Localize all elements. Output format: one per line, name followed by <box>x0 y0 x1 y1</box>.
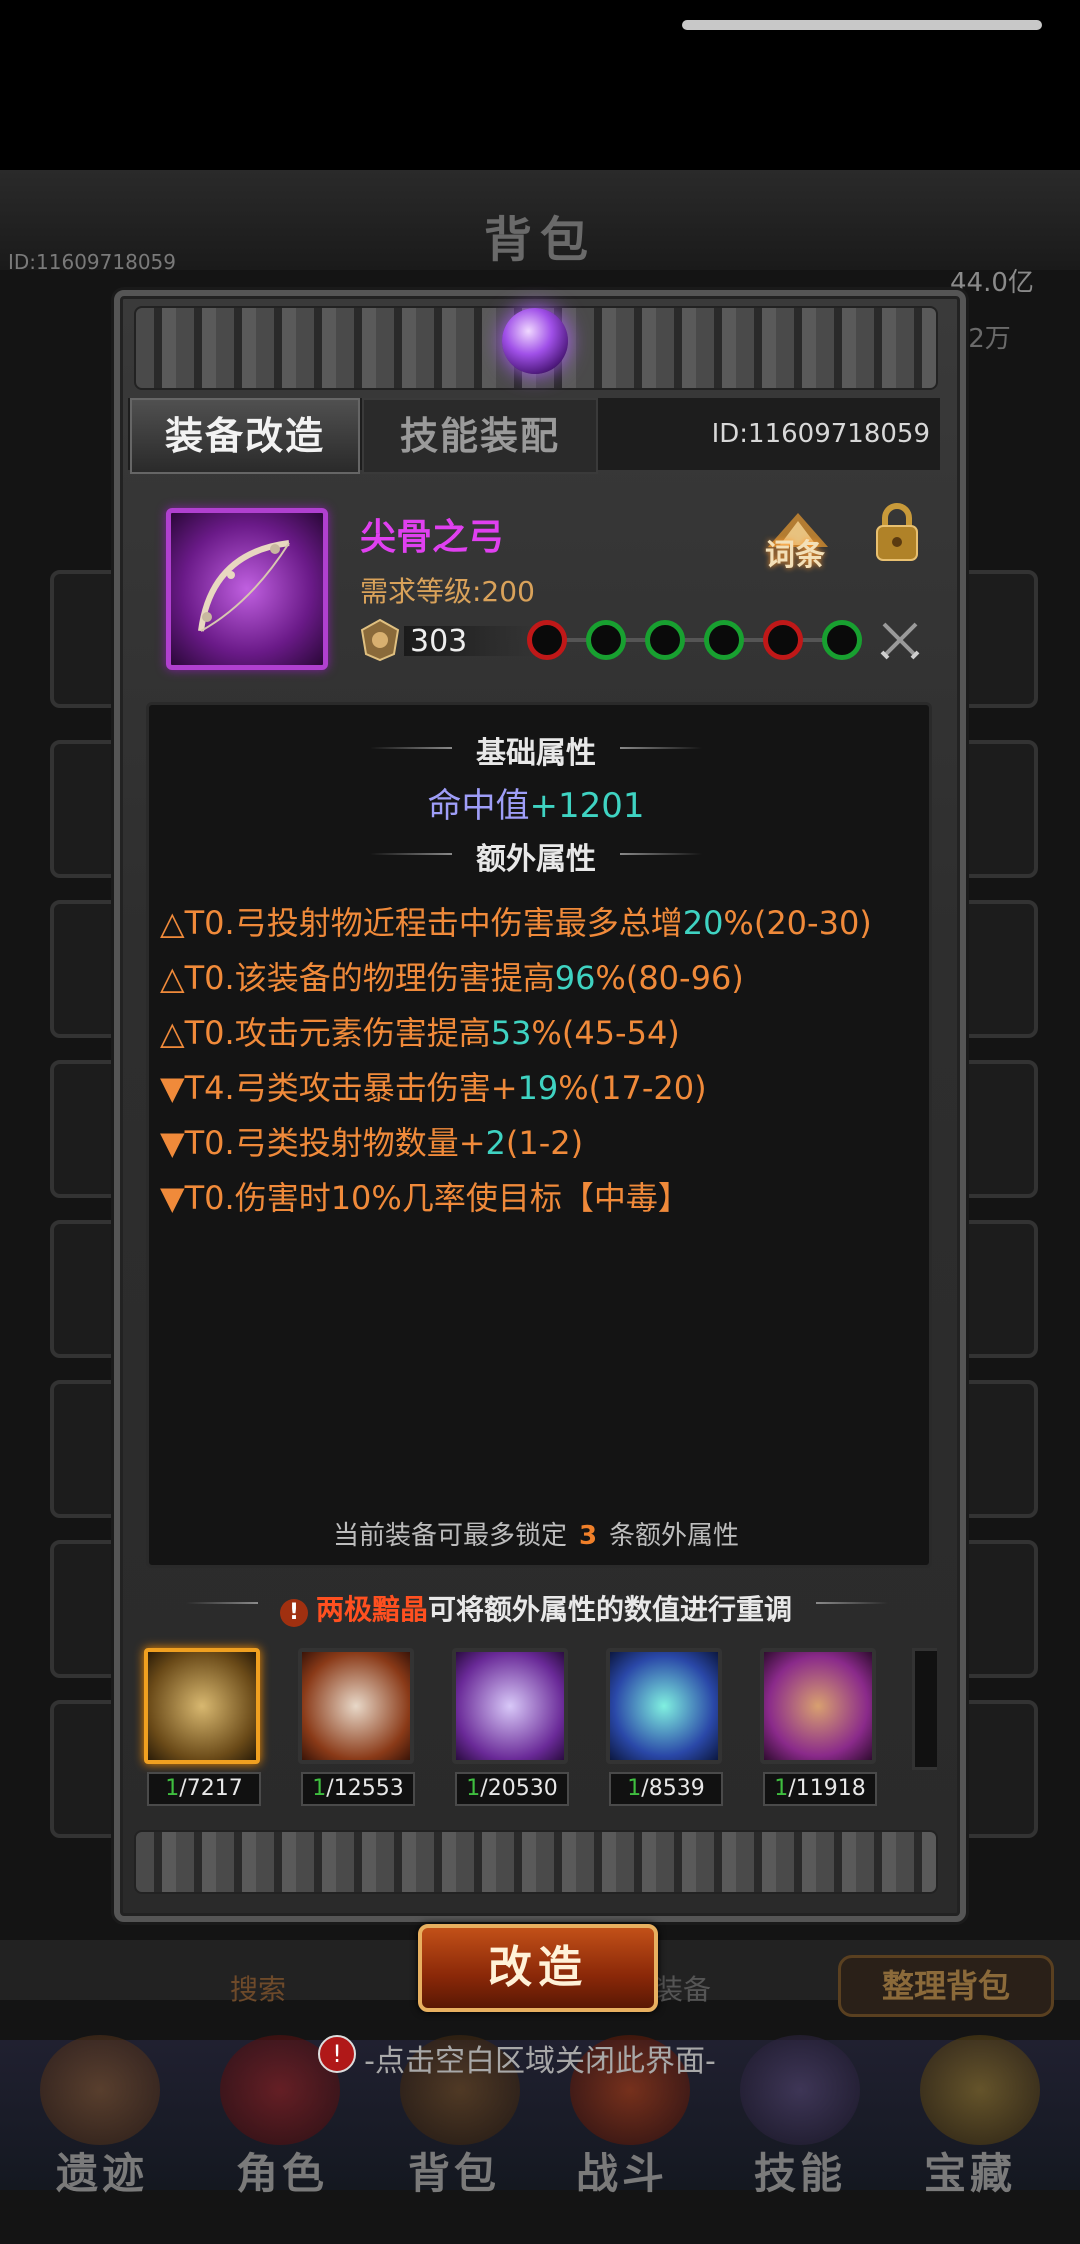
extra-attr-row[interactable]: ▼T4.弓类攻击暴击伤害+19%(17-20) <box>160 1063 707 1109</box>
bow-icon[interactable] <box>166 508 328 670</box>
socket-connector <box>530 638 860 642</box>
lock-note-text: 条额外属性 <box>609 1521 740 1551</box>
material-have: 1 <box>312 1776 327 1801</box>
extra-attr-row[interactable]: ▼T0.弓类投射物数量+2(1-2) <box>160 1118 583 1164</box>
extra-attr-row[interactable]: △T0.该装备的物理伤害提高96%(80-96) <box>160 953 744 999</box>
player-id: ID:11609718059 <box>711 419 930 449</box>
power-badge-icon <box>360 618 400 662</box>
prism-stone-icon[interactable] <box>606 1648 722 1764</box>
search-button[interactable]: 搜索 <box>230 1968 286 2008</box>
base-attr-title: 基础属性 <box>476 736 596 771</box>
tab-equipment-modify[interactable]: 装备改造 <box>130 398 360 474</box>
material-count: 1/20530 <box>455 1772 569 1806</box>
dialog-bottom-ornament <box>134 1830 938 1894</box>
extra-attr-text: ▼T0.伤害时10%几率使目标【中毒】 <box>160 1179 690 1217</box>
extra-attr-text: △T0.攻击元素伤害提高 <box>160 1014 491 1052</box>
divider <box>620 853 702 855</box>
nav-treasure[interactable]: 宝藏 <box>880 2140 1060 2201</box>
background-player-id: ID:11609718059 <box>8 250 177 274</box>
item-name: 尖骨之弓 <box>360 517 505 558</box>
material-hint: ! 两极黯晶可将额外属性的数值进行重调 <box>146 1588 926 1628</box>
crystal-ore-icon[interactable] <box>452 1648 568 1764</box>
material-have: 1 <box>627 1776 642 1801</box>
socket-green <box>704 620 744 660</box>
socket-green <box>645 620 685 660</box>
extra-attr-text: △T0.弓投射物近程击中伤害最多总增 <box>160 904 683 942</box>
warning-icon: ! <box>279 1599 308 1627</box>
material-have: 1 <box>774 1776 789 1801</box>
material-count: 1/8539 <box>609 1772 723 1806</box>
material-count: 1/12553 <box>301 1772 415 1806</box>
close-hint: -点击空白区域关闭此界面- <box>364 2044 716 2079</box>
extra-attr-range: %(80-96) <box>595 959 744 997</box>
socket-red <box>527 620 567 660</box>
material-have: 1 <box>165 1776 180 1801</box>
extra-attr-row[interactable]: ▼T0.伤害时10%几率使目标【中毒】 <box>160 1173 690 1219</box>
item-level-requirement: 需求等级:200 <box>360 575 535 608</box>
nav-battle[interactable]: 战斗 <box>532 2140 712 2201</box>
crimson-ore-icon[interactable] <box>760 1648 876 1764</box>
home-indicator <box>682 20 1042 30</box>
diamond-amount: .2万 <box>960 324 1011 354</box>
extra-attr-number: 96 <box>554 959 596 997</box>
socket-green <box>822 620 862 660</box>
equip-button[interactable]: 装备 <box>655 1968 711 2008</box>
extra-attr-range: %(17-20) <box>558 1069 707 1107</box>
extra-attr-title: 额外属性 <box>476 842 596 877</box>
affix-button[interactable]: 词条 <box>750 530 840 574</box>
extra-attr-text: ▼T4.弓类攻击暴击伤害+ <box>160 1069 518 1107</box>
material-have: 1 <box>466 1776 481 1801</box>
nav-relic[interactable]: 遗迹 <box>12 2140 192 2201</box>
extra-attr-number: 2 <box>485 1124 506 1162</box>
modify-button[interactable]: 改造 <box>418 1924 658 2012</box>
nav-character[interactable]: 角色 <box>192 2140 372 2201</box>
socket-green <box>586 620 626 660</box>
material-total: /7217 <box>179 1776 243 1801</box>
material-count: 1/11918 <box>763 1772 877 1806</box>
nav-bag[interactable]: 背包 <box>364 2140 544 2201</box>
divider <box>816 1602 888 1604</box>
base-attr-line: 命中值+1201 <box>146 778 926 827</box>
extra-attr-row[interactable]: △T0.弓投射物近程击中伤害最多总增20%(20-30) <box>160 898 872 944</box>
crossed-swords-icon[interactable] <box>878 618 922 662</box>
sort-bag-button[interactable]: 整理背包 <box>838 1955 1054 2017</box>
lock-limit-note: 当前装备可最多锁定 3 条额外属性 <box>146 1515 926 1552</box>
base-attr-label: 命中值 <box>427 786 530 826</box>
material-total: /8539 <box>641 1776 705 1801</box>
extra-attr-number: 19 <box>517 1069 559 1107</box>
tab-skill-assembly[interactable]: 技能装配 <box>362 398 598 474</box>
extra-attr-text: △T0.该装备的物理伤害提高 <box>160 959 555 997</box>
power-value: 303 <box>410 624 468 659</box>
lock-note-text: 当前装备可最多锁定 <box>332 1521 567 1551</box>
material-slot-partial[interactable] <box>912 1648 937 1770</box>
base-attr-value: +1201 <box>529 786 645 826</box>
extra-attr-number: 20 <box>682 904 724 942</box>
material-name: 两极黯晶 <box>315 1593 428 1626</box>
socket-red <box>763 620 803 660</box>
extra-attr-range: (1-2) <box>505 1124 584 1162</box>
extra-attr-row[interactable]: △T0.攻击元素伤害提高53%(45-54) <box>160 1008 680 1054</box>
material-total: /12553 <box>326 1776 404 1801</box>
material-total: /20530 <box>480 1776 558 1801</box>
lock-icon[interactable] <box>872 500 922 564</box>
yin-yang-orb-icon[interactable] <box>144 1648 260 1764</box>
material-count: 1/7217 <box>147 1772 261 1806</box>
extra-attr-text: ▼T0.弓类投射物数量+ <box>160 1124 486 1162</box>
material-total: /11918 <box>788 1776 866 1801</box>
nav-skill[interactable]: 技能 <box>710 2140 890 2201</box>
divider <box>620 747 702 749</box>
extra-attr-range: %(20-30) <box>723 904 872 942</box>
twin-masks-icon[interactable] <box>298 1648 414 1764</box>
extra-attr-number: 53 <box>490 1014 532 1052</box>
extra-attr-range: %(45-54) <box>531 1014 680 1052</box>
purple-orb-icon <box>502 308 568 374</box>
material-hint-text: 可将额外属性的数值进行重调 <box>428 1593 793 1626</box>
lock-note-count: 3 <box>578 1521 598 1551</box>
